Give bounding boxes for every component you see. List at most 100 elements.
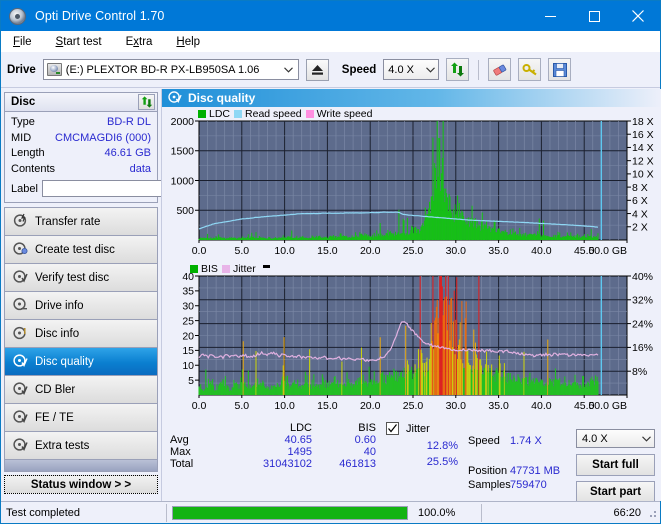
start-full-button[interactable]: Start full	[576, 454, 655, 476]
save-button[interactable]	[548, 58, 571, 81]
svg-text:10.0: 10.0	[274, 245, 295, 257]
sidebar-item-drive-info[interactable]: Drive info	[5, 292, 157, 320]
sidebar-item-label: Disc quality	[35, 356, 94, 368]
menu-extra-rest: tra	[139, 36, 152, 48]
stats-cell-bis: 0.60	[312, 434, 376, 446]
sidebar-item-create-test-disc[interactable]: Create test disc	[5, 236, 157, 264]
drive-select-value: (E:) PLEXTOR BD-R PX-LB950SA 1.06	[66, 64, 281, 76]
controls-values: 1.74 X 47731 MB 759470	[510, 435, 580, 491]
svg-text:35.0: 35.0	[488, 245, 509, 257]
svg-text:6 X: 6 X	[632, 195, 648, 207]
sidebar-item-fe-te[interactable]: FE / TE	[5, 404, 157, 432]
sidebar-item-label: Drive info	[35, 300, 84, 312]
close-icon[interactable]	[616, 1, 660, 31]
eject-button[interactable]	[306, 59, 329, 81]
menu-extra[interactable]: Extra	[124, 35, 155, 49]
minimize-icon[interactable]	[528, 1, 572, 31]
stats-table: LDC BIS Avg 40.65 0.60 Max 1495 40 Tot	[170, 422, 376, 470]
disc-bler-icon	[13, 381, 28, 399]
disc-row-mid: MID CMCMAGDI6 (000)	[11, 131, 151, 147]
menu-bar: File Start test Extra Help	[1, 31, 660, 52]
stats-col-ldc: LDC	[226, 422, 312, 434]
stats-row-key: Avg	[170, 434, 226, 446]
speed-label: Speed	[342, 64, 377, 76]
ctrl-position-label: Position	[468, 465, 511, 477]
svg-text:10 X: 10 X	[632, 169, 654, 181]
legend-item-write-speed: Write speed	[306, 108, 373, 120]
menu-help-rest: elp	[185, 36, 200, 48]
status-window-button[interactable]: Status window > >	[4, 475, 158, 494]
legend-label: Jitter	[233, 263, 256, 275]
svg-text:12 X: 12 X	[632, 155, 654, 167]
key-button[interactable]	[518, 58, 541, 81]
disc-row-value: data	[130, 162, 151, 178]
disc-row-contents: Contents data	[11, 162, 151, 178]
app-window: Opti Drive Control 1.70 File Start test …	[0, 0, 661, 524]
stats-cell-bis: 461813	[312, 458, 376, 470]
svg-text:25: 25	[182, 315, 194, 327]
bis-jitter-chart: 5101520253035408%16%24%32%40%0.05.010.01…	[162, 262, 661, 417]
content-pane: Disc quality 5001000150020002 X4 X6 X8 X…	[161, 89, 661, 501]
stats-cell-ldc: 31043102	[226, 458, 312, 470]
erase-button[interactable]	[488, 58, 511, 81]
sidebar-item-disc-info[interactable]: Disc info	[5, 320, 157, 348]
svg-text:1000: 1000	[171, 175, 195, 187]
legend-item-bis: BIS	[190, 263, 218, 275]
disc-label-row: Label	[11, 179, 151, 198]
sidebar-item-verify-test-disc[interactable]: Verify test disc	[5, 264, 157, 292]
svg-text:35: 35	[182, 286, 194, 298]
chevron-down-icon	[638, 429, 654, 448]
resize-grip[interactable]	[646, 507, 658, 519]
ldc-chart-svg[interactable]: 5001000150020002 X4 X6 X8 X10 X12 X14 X1…	[162, 107, 661, 262]
sidebar-item-extra-tests[interactable]: Extra tests	[5, 432, 157, 460]
disc-refresh-button[interactable]	[138, 94, 155, 110]
svg-text:40.0: 40.0	[531, 245, 552, 257]
chevron-down-icon	[281, 60, 297, 79]
status-bar: Test completed 100.0% 66:20	[1, 501, 660, 523]
disc-row-value: CMCMAGDI6 (000)	[55, 131, 151, 147]
sidebar-filler	[5, 460, 157, 472]
disc-verify-icon	[13, 269, 28, 287]
svg-text:50.0 GB: 50.0 GB	[588, 245, 627, 257]
menu-help[interactable]: Help	[174, 35, 202, 49]
ldc-chart-legend: LDC Read speed Write speed	[198, 108, 373, 120]
sidebar-item-label: Disc info	[35, 328, 79, 340]
ctrl-samples-value: 759470	[510, 479, 580, 491]
sidebar-item-label: Extra tests	[35, 440, 89, 452]
progress-percent: 100.0%	[413, 503, 481, 523]
svg-text:30.0: 30.0	[446, 245, 467, 257]
svg-text:24%: 24%	[632, 318, 653, 330]
svg-text:35.0: 35.0	[488, 400, 509, 412]
window-title: Opti Drive Control 1.70	[35, 9, 164, 23]
disc-drive-icon	[13, 297, 28, 315]
svg-text:5.0: 5.0	[234, 245, 249, 257]
menu-file[interactable]: File	[11, 35, 34, 49]
disc-row-key: Type	[11, 115, 35, 131]
elapsed-time: 66:20	[482, 503, 646, 523]
drive-label: Drive	[7, 64, 36, 76]
svg-text:15.0: 15.0	[317, 245, 338, 257]
bis-jitter-chart-svg[interactable]: 5101520253035408%16%24%32%40%0.05.010.01…	[162, 262, 661, 417]
sidebar-item-cd-bler[interactable]: CD Bler	[5, 376, 157, 404]
menu-start-test[interactable]: Start test	[54, 35, 104, 49]
svg-text:20.0: 20.0	[360, 245, 381, 257]
maximize-icon[interactable]	[572, 1, 616, 31]
menu-file-rest: ile	[20, 36, 32, 48]
toolbar-separator	[478, 60, 479, 80]
drive-toolbar: Drive (E:) PLEXTOR BD-R PX-LB950SA 1.06 …	[1, 52, 660, 88]
start-part-button[interactable]: Start part	[576, 481, 655, 503]
disc-quality-icon	[168, 90, 182, 107]
test-speed-select[interactable]: 4.0 X	[576, 429, 655, 448]
sidebar-item-label: Verify test disc	[35, 272, 109, 284]
sidebar-item-label: FE / TE	[35, 412, 74, 424]
svg-text:50.0 GB: 50.0 GB	[588, 400, 627, 412]
sidebar-item-disc-quality[interactable]: Disc quality	[5, 348, 157, 376]
svg-text:2000: 2000	[171, 116, 195, 128]
drive-select[interactable]: (E:) PLEXTOR BD-R PX-LB950SA 1.06	[43, 59, 299, 80]
jitter-checkbox[interactable]	[386, 422, 399, 435]
refresh-button[interactable]	[446, 58, 469, 81]
sidebar-item-transfer-rate[interactable]: Transfer rate	[5, 208, 157, 236]
speed-select[interactable]: 4.0 X	[383, 59, 439, 80]
disc-row-key: Length	[11, 146, 45, 162]
legend-item-jitter: Jitter	[222, 263, 256, 275]
